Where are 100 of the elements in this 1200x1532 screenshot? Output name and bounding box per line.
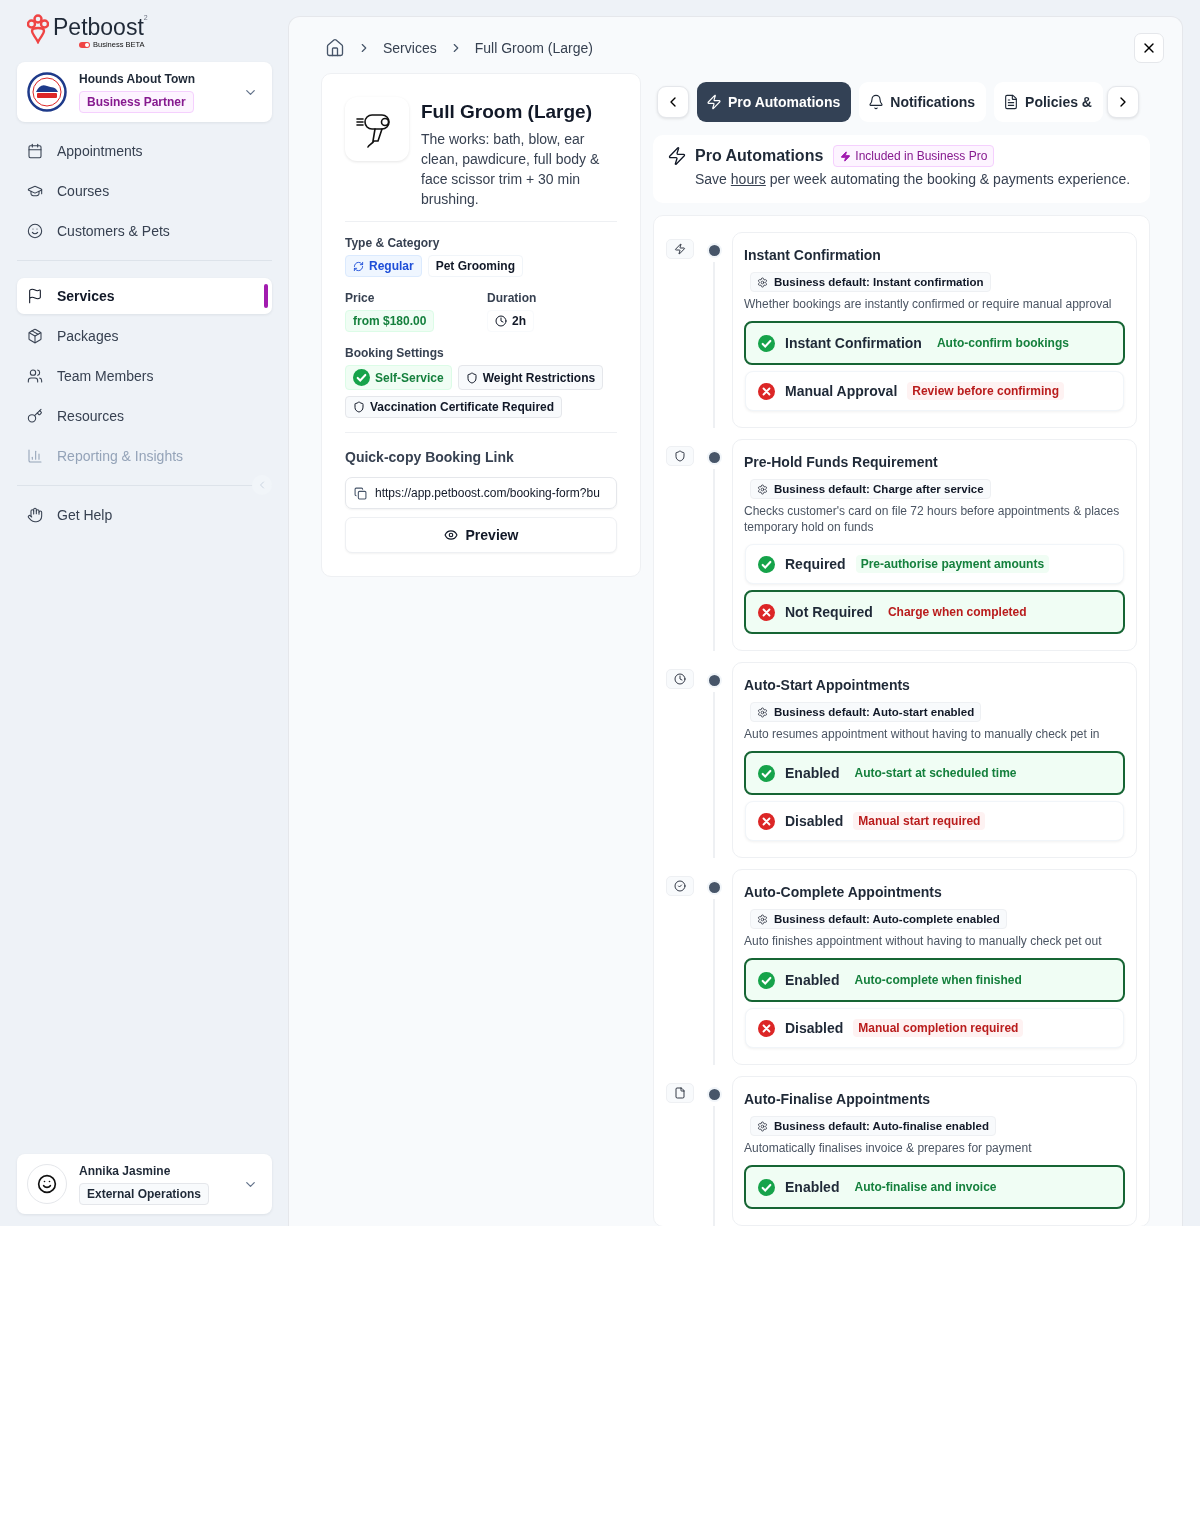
eye-icon bbox=[443, 528, 458, 542]
option-card[interactable]: Disabled Manual completion required bbox=[745, 1008, 1124, 1048]
automation-description: Auto resumes appointment without having to manually check pet in bbox=[744, 726, 1101, 742]
nav-item[interactable]: Customers & Pets bbox=[17, 211, 272, 251]
gear-icon bbox=[757, 1120, 768, 1132]
smiley-icon bbox=[27, 223, 43, 239]
default-chip: Business default: Charge after service bbox=[750, 479, 991, 499]
nav-item[interactable]: Packages bbox=[17, 316, 272, 356]
lightning-icon bbox=[706, 94, 722, 110]
automation-title: Auto-Start Appointments bbox=[744, 677, 911, 693]
previous-button[interactable] bbox=[657, 86, 689, 118]
gear-icon bbox=[757, 706, 768, 718]
logo-text: Petboost bbox=[53, 14, 144, 40]
bell-icon bbox=[868, 94, 885, 110]
automation-title: Instant Confirmation bbox=[744, 247, 882, 263]
gear-icon bbox=[757, 913, 768, 925]
booking-link-field[interactable]: https://app.petboost.com/booking-form?bu bbox=[345, 477, 617, 509]
x-circle-icon bbox=[758, 603, 775, 621]
tab[interactable]: Policies & bbox=[994, 82, 1103, 122]
preview-button[interactable]: Preview bbox=[345, 517, 617, 553]
option-card[interactable]: Enabled Auto-start at scheduled time bbox=[744, 751, 1125, 795]
timeline-dot bbox=[706, 1087, 722, 1102]
default-chip: Business default: Auto-start enabled bbox=[750, 702, 982, 722]
automation-description: Auto finishes appointment without having to manually check pet out bbox=[744, 933, 1103, 949]
automation-description: Checks customer's card on file 72 hours before appointments & places temporary hold on funds bbox=[744, 503, 1121, 535]
hand-icon bbox=[27, 507, 43, 523]
gear-icon bbox=[757, 276, 768, 288]
automation-description: Whether bookings are instantly confirmed or require manual approval bbox=[744, 296, 1113, 312]
field-label: Type & Category bbox=[345, 236, 441, 250]
business-name: Hounds About Town bbox=[79, 71, 196, 86]
bar-chart-icon bbox=[27, 448, 43, 464]
package-icon bbox=[27, 328, 43, 344]
default-chip: Business default: Auto-finalise enabled bbox=[750, 1116, 996, 1136]
breadcrumb-link[interactable]: Full Groom (Large) bbox=[474, 40, 593, 56]
shield-icon bbox=[353, 401, 365, 413]
clock-icon bbox=[674, 673, 686, 685]
nav-item[interactable]: Get Help bbox=[17, 495, 272, 535]
document-icon bbox=[1003, 94, 1020, 110]
lightning-icon bbox=[667, 146, 687, 166]
breadcrumb-link[interactable]: Services bbox=[383, 40, 437, 56]
hours-link[interactable]: hours bbox=[730, 171, 766, 187]
option-card[interactable]: Enabled Auto-complete when finished bbox=[744, 958, 1125, 1002]
people-icon bbox=[27, 368, 43, 384]
key-icon bbox=[27, 408, 43, 424]
setting-tag: Weight Restrictions bbox=[457, 365, 604, 390]
option-card[interactable]: Disabled Manual start required bbox=[745, 801, 1124, 841]
user-name: Annika Jasmine bbox=[79, 1163, 172, 1178]
shield-icon bbox=[674, 450, 686, 462]
section-heading: Pro Automations bbox=[695, 147, 824, 165]
nav-item[interactable]: Appointments bbox=[17, 131, 272, 171]
default-chip: Business default: Auto-complete enabled bbox=[750, 909, 1007, 929]
check-circle-icon bbox=[758, 1178, 775, 1196]
option-card[interactable]: Required Pre-authorise payment amounts bbox=[745, 544, 1124, 584]
default-chip: Business default: Instant confirmation bbox=[750, 272, 991, 292]
nav-item[interactable]: Services bbox=[17, 278, 272, 314]
timeline-dot bbox=[706, 450, 722, 465]
field-label: Duration bbox=[487, 291, 538, 305]
home-icon[interactable] bbox=[325, 38, 345, 58]
automation-description: Automatically finalises invoice & prepares for payment bbox=[744, 1140, 1033, 1156]
tab[interactable]: Notifications bbox=[859, 82, 987, 122]
setting-tag: Self-Service bbox=[345, 365, 452, 390]
automation-title: Auto-Complete Appointments bbox=[744, 884, 943, 900]
paw-logo-icon bbox=[27, 14, 49, 44]
flag-icon bbox=[27, 288, 43, 304]
selection-indicator bbox=[264, 284, 268, 308]
copy-icon bbox=[354, 486, 367, 500]
field-label: Booking Settings bbox=[345, 346, 445, 360]
gear-icon bbox=[757, 483, 768, 495]
duration-tag: 2h bbox=[487, 310, 534, 332]
section-title: Quick-copy Booking Link bbox=[345, 449, 515, 465]
next-button[interactable] bbox=[1106, 86, 1139, 118]
nav-item[interactable]: Courses bbox=[17, 171, 272, 211]
check-circle-icon bbox=[758, 555, 775, 573]
tab[interactable]: Pro Automations bbox=[697, 82, 852, 122]
role-badge: Business Partner bbox=[79, 90, 194, 113]
x-circle-icon bbox=[758, 1019, 775, 1037]
x-circle-icon bbox=[758, 812, 775, 830]
nav-item[interactable]: Team Members bbox=[17, 356, 272, 396]
service-title: Full Groom (Large) bbox=[421, 101, 593, 123]
tag: Regular bbox=[345, 255, 422, 277]
graduation-cap-icon bbox=[27, 183, 43, 199]
tag: Pet Grooming bbox=[427, 255, 524, 277]
subtitle: Save hours per week automating the booking & payments experience. bbox=[695, 171, 1132, 187]
option-card[interactable]: Not Required Charge when completed bbox=[744, 590, 1125, 634]
option-card[interactable]: Instant Confirmation Auto-confirm bookings bbox=[744, 321, 1125, 365]
check-circle-icon bbox=[353, 369, 370, 386]
nav-item[interactable]: Resources bbox=[17, 396, 272, 436]
option-card[interactable]: Manual Approval Review before confirming bbox=[745, 371, 1124, 411]
role-badge: External Operations bbox=[79, 1182, 210, 1205]
automation-title: Auto-Finalise Appointments bbox=[744, 1091, 932, 1107]
close-button[interactable] bbox=[1134, 33, 1164, 63]
calendar-icon bbox=[27, 143, 43, 159]
option-card[interactable]: Enabled Auto-finalise and invoice bbox=[744, 1165, 1125, 1209]
refresh-icon bbox=[353, 260, 364, 272]
timeline-dot bbox=[706, 880, 722, 895]
x-circle-icon bbox=[758, 382, 775, 400]
toggle-icon bbox=[79, 41, 90, 48]
business-switcher[interactable]: Hounds About Town Business Partner bbox=[17, 62, 272, 122]
user-menu[interactable]: Annika Jasmine External Operations bbox=[17, 1154, 272, 1214]
price-tag: from $180.00 bbox=[345, 310, 435, 332]
